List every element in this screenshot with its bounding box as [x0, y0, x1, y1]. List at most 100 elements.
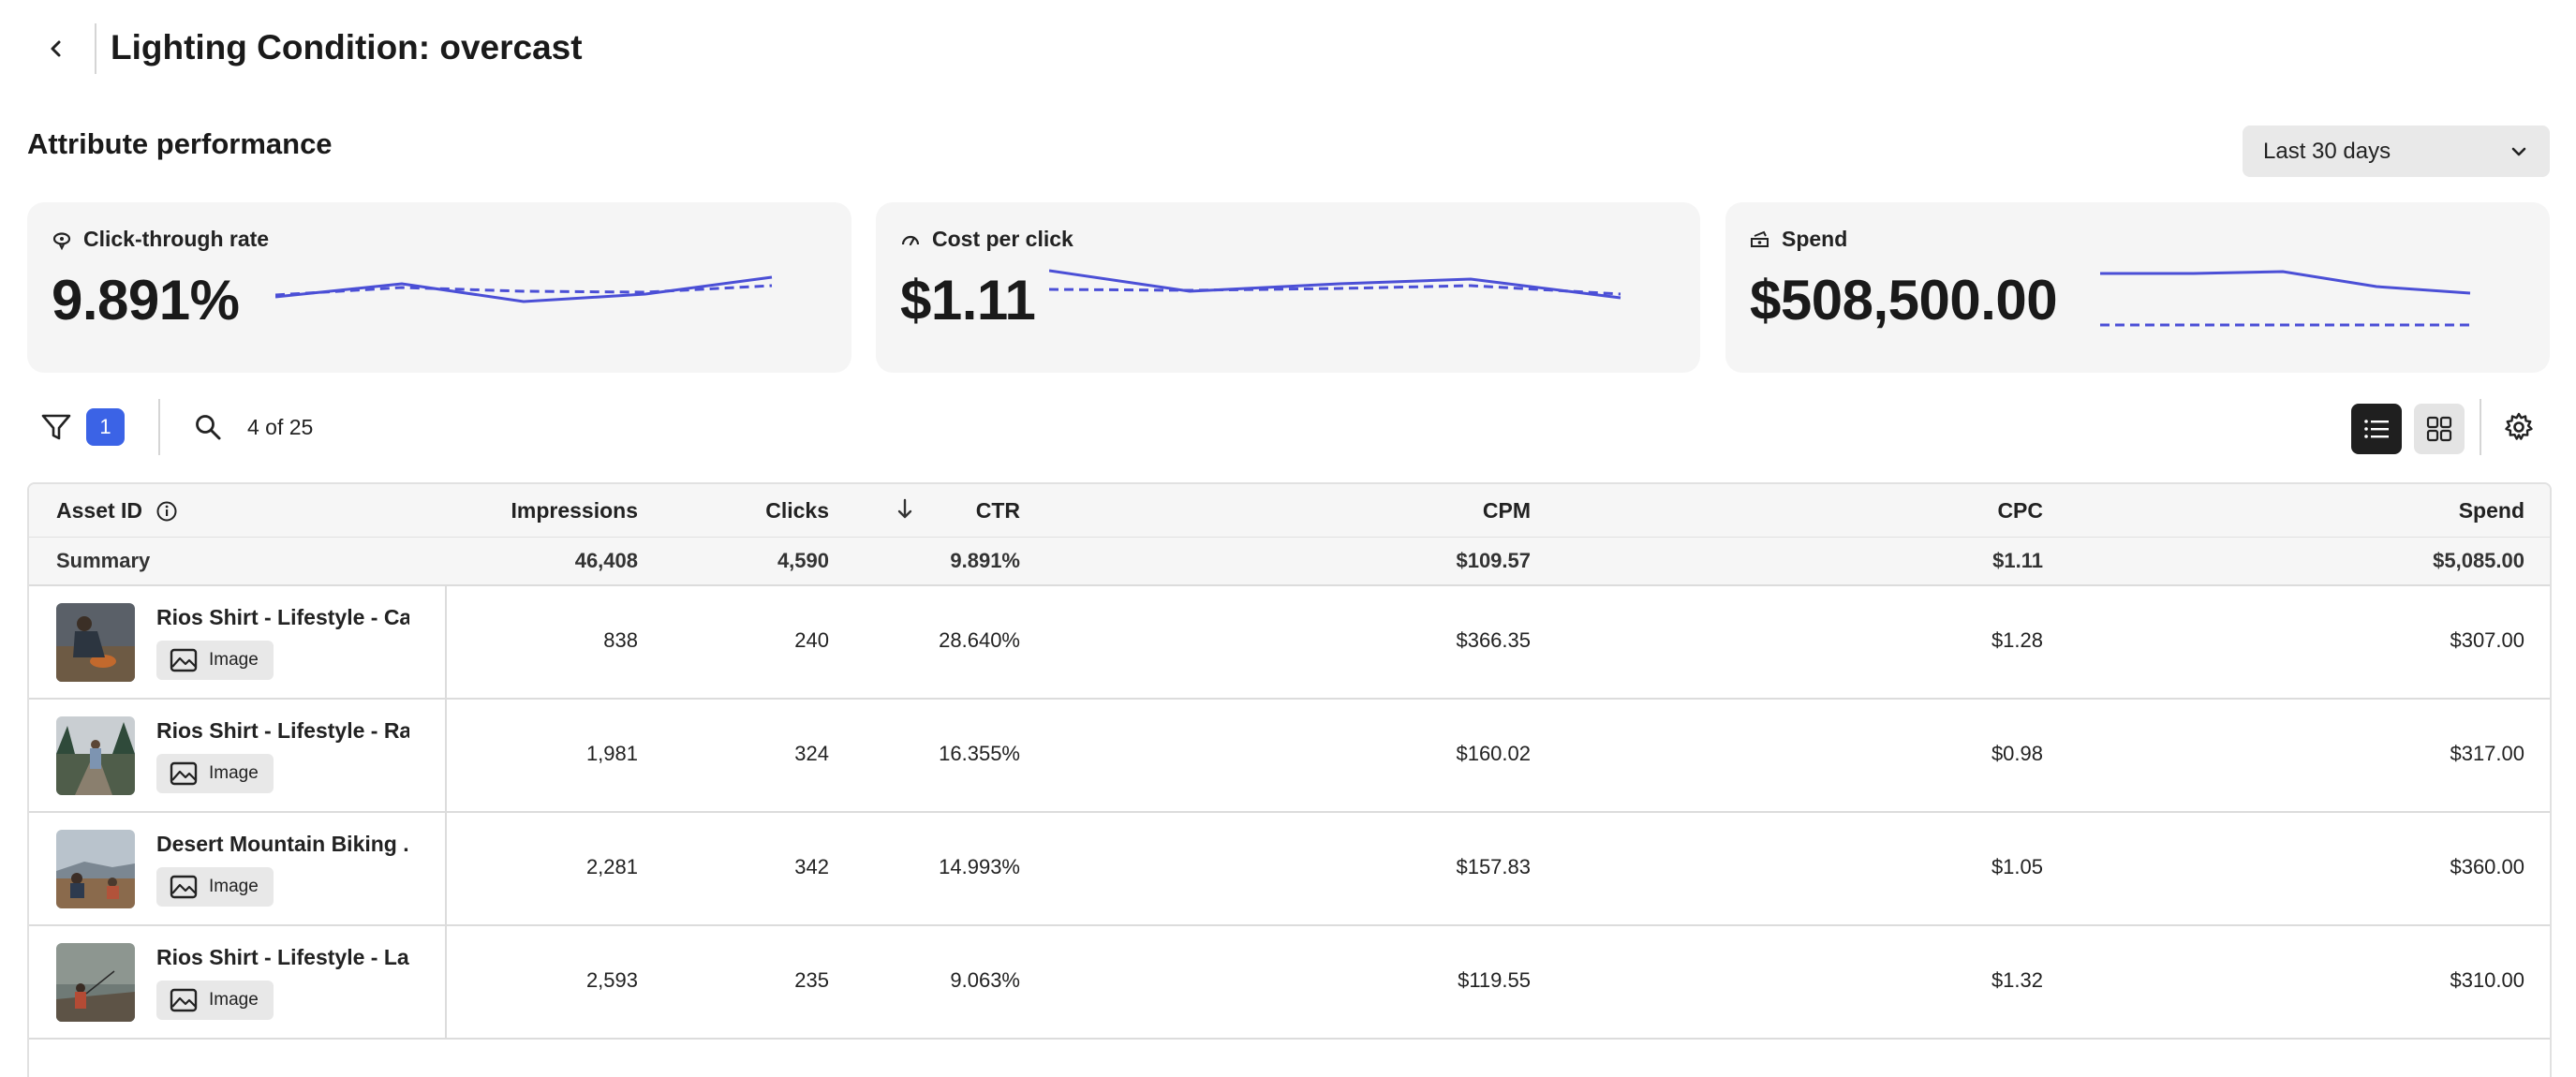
column-divider	[445, 700, 447, 813]
cell-cpm: $119.55	[1458, 968, 1531, 992]
toolbar-divider	[2480, 399, 2481, 455]
settings-button[interactable]	[2498, 406, 2539, 448]
asset-type-chip: Image	[156, 867, 274, 907]
image-icon	[170, 988, 198, 1012]
asset-type-chip: Image	[156, 754, 274, 793]
asset-type-chip: Image	[156, 981, 274, 1020]
cell-cpc: $1.05	[1991, 855, 2043, 878]
cell-ctr: 9.063%	[950, 968, 1020, 992]
cell-cpc: $1.32	[1991, 968, 2043, 992]
cell-clicks: 235	[794, 968, 829, 992]
cell-impressions: 2,593	[585, 968, 638, 992]
table-row[interactable]: Rios Shirt - Lifestyle - Ra... Image 1,9…	[29, 700, 2550, 813]
asset-thumbnail[interactable]	[56, 716, 135, 795]
section-title: Attribute performance	[27, 127, 333, 160]
kpi-label: Cost per click	[932, 227, 1073, 251]
chevron-down-icon	[2509, 141, 2529, 162]
kpi-value: $508,500.00	[1750, 269, 2058, 332]
back-button[interactable]	[36, 28, 77, 69]
table-row[interactable]: Rios Shirt - Lifestyle - La... Image 2,5…	[29, 926, 2550, 1040]
cell-spend: $360.00	[2450, 855, 2524, 878]
cell-clicks: 324	[794, 742, 829, 765]
summary-spend: $5,085.00	[2433, 549, 2524, 572]
result-count: 4 of 25	[247, 415, 314, 439]
grid-view-button[interactable]	[2414, 404, 2465, 454]
cell-impressions: 2,281	[585, 855, 638, 878]
summary-cpc: $1.11	[1992, 549, 2043, 572]
asset-type-label: Image	[209, 650, 259, 670]
asset-type-label: Image	[209, 763, 259, 783]
table-header-row: Asset ID Impressions Clicks CTR CPM CPC …	[29, 484, 2550, 538]
asset-type-label: Image	[209, 877, 259, 896]
image-icon	[170, 875, 198, 899]
column-header-cpm[interactable]: CPM	[1483, 498, 1531, 524]
filter-button[interactable]	[36, 406, 77, 448]
cell-clicks: 240	[794, 628, 829, 652]
kpi-value: $1.11	[900, 269, 1036, 332]
summary-ctr: 9.891%	[950, 549, 1020, 572]
cell-ctr: 14.993%	[939, 855, 1020, 878]
cell-cpm: $157.83	[1456, 855, 1531, 878]
summary-label: Summary	[56, 549, 151, 572]
asset-table: Asset ID Impressions Clicks CTR CPM CPC …	[27, 482, 2552, 1077]
chevron-left-icon	[51, 40, 61, 57]
asset-thumbnail[interactable]	[56, 830, 135, 908]
filter-count-badge[interactable]: 1	[86, 408, 125, 446]
table-row[interactable]: Rios Shirt - Lifestyle - Ca... Image 838…	[29, 586, 2550, 700]
asset-name[interactable]: Rios Shirt - Lifestyle - Ca...	[156, 605, 409, 630]
cell-spend: $310.00	[2450, 968, 2524, 992]
page-title: Lighting Condition: overcast	[111, 28, 583, 66]
column-header-impressions[interactable]: Impressions	[511, 498, 639, 524]
asset-name[interactable]: Rios Shirt - Lifestyle - Ra...	[156, 718, 409, 744]
list-view-icon	[2364, 420, 2389, 438]
summary-clicks: 4,590	[777, 549, 829, 572]
date-range-value: Last 30 days	[2263, 138, 2391, 164]
column-header-spend[interactable]: Spend	[2459, 498, 2524, 524]
kpi-card-ctr: Click-through rate 9.891%	[27, 202, 851, 373]
column-header-ctr[interactable]: CTR	[976, 498, 1020, 524]
info-icon[interactable]	[155, 500, 178, 523]
search-button[interactable]	[187, 406, 229, 448]
funnel-icon	[41, 414, 71, 440]
cell-cpc: $0.98	[1991, 742, 2043, 765]
spend-sparkline	[2100, 270, 2471, 327]
gear-icon	[2505, 412, 2533, 440]
kpi-label: Spend	[1782, 227, 1848, 251]
column-header-asset-id[interactable]: Asset ID	[56, 498, 178, 524]
asset-type-label: Image	[209, 990, 259, 1010]
kpi-card-cpc: Cost per click $1.11	[876, 202, 1700, 373]
kpi-value: 9.891%	[52, 269, 240, 332]
money-icon	[1751, 230, 1769, 247]
ctr-icon	[52, 231, 71, 250]
cell-impressions: 1,981	[585, 742, 638, 765]
cell-impressions: 838	[603, 628, 638, 652]
summary-row: Summary 46,408 4,590 9.891% $109.57 $1.1…	[29, 538, 2550, 586]
cell-cpm: $160.02	[1456, 742, 1531, 765]
table-row[interactable]: Desert Mountain Biking ... Image 2,281 3…	[29, 813, 2550, 926]
column-header-cpc[interactable]: CPC	[1997, 498, 2043, 524]
asset-type-chip: Image	[156, 641, 274, 680]
cpc-sparkline	[1049, 269, 1621, 300]
gauge-icon	[901, 235, 920, 245]
column-divider	[445, 926, 447, 1040]
cell-clicks: 342	[794, 855, 829, 878]
asset-thumbnail[interactable]	[56, 603, 135, 682]
sort-arrow-down-icon[interactable]	[896, 497, 914, 527]
summary-impressions: 46,408	[574, 549, 638, 572]
cell-ctr: 28.640%	[939, 628, 1020, 652]
cell-cpm: $366.35	[1456, 628, 1531, 652]
column-label: Asset ID	[56, 498, 143, 523]
magnifier-icon	[196, 415, 221, 440]
asset-name[interactable]: Desert Mountain Biking ...	[156, 832, 409, 857]
asset-name[interactable]: Rios Shirt - Lifestyle - La...	[156, 945, 409, 970]
image-icon	[170, 648, 198, 672]
ctr-sparkline	[275, 275, 773, 303]
asset-thumbnail[interactable]	[56, 943, 135, 1022]
column-header-clicks[interactable]: Clicks	[765, 498, 829, 524]
column-divider	[445, 813, 447, 926]
toolbar-divider	[158, 399, 160, 455]
column-divider	[445, 586, 447, 700]
cell-ctr: 16.355%	[939, 742, 1020, 765]
date-range-picker[interactable]: Last 30 days	[2243, 125, 2550, 177]
list-view-button[interactable]	[2351, 404, 2402, 454]
